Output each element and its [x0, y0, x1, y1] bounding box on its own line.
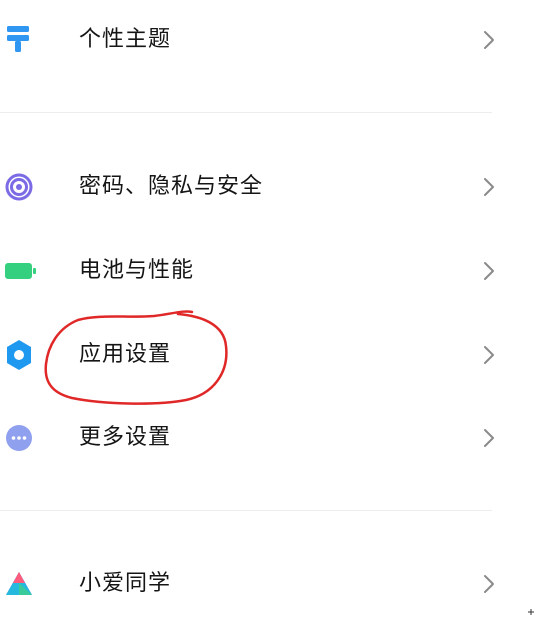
chevron-right-icon: [478, 573, 500, 595]
settings-item-theme[interactable]: 个性主题: [0, 10, 538, 70]
chevron-right-icon: [478, 260, 500, 282]
chevron-right-icon: [478, 427, 500, 449]
xiaoai-icon: [4, 568, 36, 600]
settings-item-label: 小爱同学: [79, 571, 172, 596]
settings-item-label: 电池与性能: [79, 258, 195, 283]
section-divider: [0, 112, 492, 113]
settings-item-battery[interactable]: 电池与性能: [0, 241, 538, 301]
chevron-right-icon: [478, 29, 500, 51]
settings-item-privacy[interactable]: 密码、隐私与安全: [0, 157, 538, 217]
settings-item-app-settings[interactable]: 应用设置: [0, 325, 538, 385]
fingerprint-icon: [4, 171, 36, 203]
gear-icon: [4, 339, 36, 371]
settings-item-label: 更多设置: [79, 425, 172, 450]
settings-item-label: 个性主题: [79, 27, 172, 52]
settings-item-more[interactable]: 更多设置: [0, 408, 538, 468]
more-dots-icon: [4, 422, 36, 454]
settings-item-label: 应用设置: [79, 342, 172, 367]
corner-mark: [528, 600, 534, 615]
chevron-right-icon: [478, 344, 500, 366]
battery-icon: [4, 255, 36, 287]
settings-item-label: 密码、隐私与安全: [79, 174, 264, 199]
section-divider: [0, 510, 492, 511]
theme-brush-icon: [4, 24, 36, 56]
settings-item-xiaoai[interactable]: 小爱同学: [0, 554, 538, 614]
chevron-right-icon: [478, 176, 500, 198]
